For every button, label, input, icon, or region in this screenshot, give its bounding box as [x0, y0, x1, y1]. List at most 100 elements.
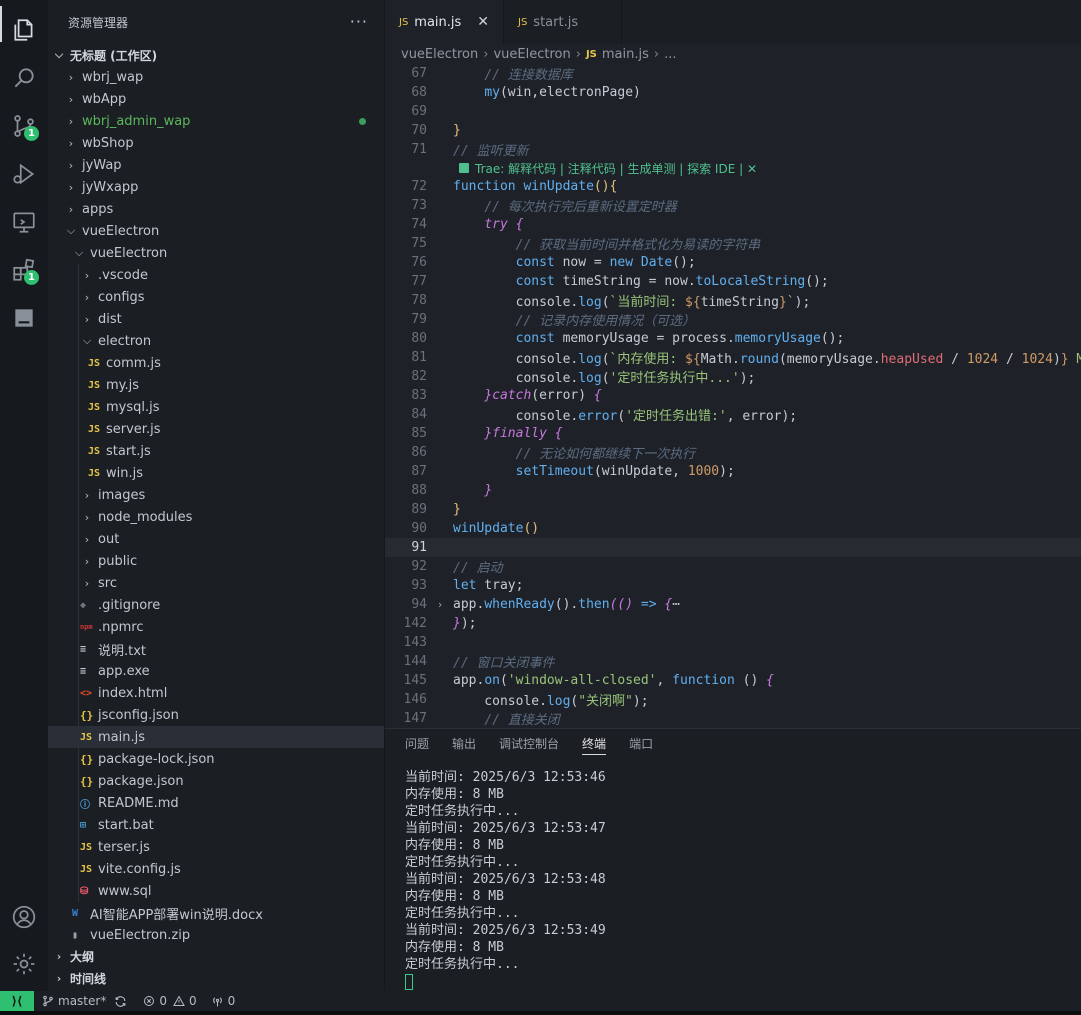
tree-folder[interactable]: › src	[48, 572, 384, 594]
tab-terminal[interactable]: 终端	[582, 729, 607, 757]
codelens[interactable]: Trae: 解释代码 | 注释代码 | 生成单测 | 探索 IDE | ✕	[385, 159, 1081, 177]
settings-icon[interactable]	[0, 940, 48, 988]
workspace-header[interactable]: ⌵ 无标题 (工作区)	[48, 44, 384, 66]
indent-guide	[78, 726, 79, 748]
search-icon[interactable]	[0, 54, 48, 102]
code-text: app.whenReady().then(() => {⋯	[453, 597, 681, 612]
ports-indicator[interactable]: 0	[211, 994, 235, 1008]
sync-button[interactable]	[114, 995, 131, 1008]
timeline-section[interactable]: › 时间线	[48, 967, 385, 989]
tree-file[interactable]: JS win.js	[48, 462, 384, 484]
extensions-icon[interactable]: 1	[0, 246, 48, 294]
codelens-text[interactable]: Trae: 解释代码 | 注释代码 | 生成单测 | 探索 IDE | ✕	[475, 160, 757, 177]
breadcrumb-item[interactable]: ...	[664, 47, 676, 62]
tree-file[interactable]: <> index.html	[48, 682, 384, 704]
tree-file[interactable]: {} package.json	[48, 770, 384, 792]
tab-start-js[interactable]: JS start.js	[504, 0, 622, 44]
branch-indicator[interactable]: master*	[42, 994, 106, 1008]
code-text: }finally {	[484, 426, 563, 441]
indent-guide	[78, 352, 79, 374]
tree-file[interactable]: JS mysql.js	[48, 396, 384, 418]
terminal-output[interactable]: 当前时间: 2025/6/3 12:53:46 内存使用: 8 MB 定时任务执…	[405, 769, 606, 990]
breadcrumb-item[interactable]: vueElectron	[401, 47, 478, 62]
terminal-prompt[interactable]	[405, 973, 606, 990]
tree-file-selected[interactable]: JS main.js	[48, 726, 384, 748]
line-number: 86	[411, 445, 427, 460]
more-actions-button[interactable]: ···	[350, 12, 368, 31]
breadcrumb-item[interactable]: main.js	[602, 47, 649, 62]
close-icon[interactable]: ✕	[477, 14, 489, 30]
explorer-icon[interactable]	[0, 6, 48, 54]
tree-label: jyWxapp	[82, 179, 139, 195]
tree-file[interactable]: W AI智能APP部署win说明.docx	[48, 902, 384, 924]
tab-main-js[interactable]: JS main.js ✕	[385, 0, 504, 44]
tree-folder[interactable]: › node_modules	[48, 506, 384, 528]
tree-folder[interactable]: › jyWap	[48, 154, 384, 176]
tree-file[interactable]: ⛁ www.sql	[48, 880, 384, 902]
code-view[interactable]: 67 // 连接数据库 68 my(win,electronPage) 69 7…	[385, 64, 1081, 728]
tree-file[interactable]: ⓘ README.md	[48, 792, 384, 814]
js-file-icon: JS	[88, 423, 101, 435]
tree-folder[interactable]: › configs	[48, 286, 384, 308]
tree-folder[interactable]: › out	[48, 528, 384, 550]
git-file-icon: ◆	[80, 599, 87, 611]
tree-folder[interactable]: ⌵ vueElectron	[48, 220, 384, 242]
tree-file[interactable]: {} package-lock.json	[48, 748, 384, 770]
account-icon[interactable]	[0, 893, 48, 941]
terminal-line: 内存使用: 8 MB	[405, 838, 504, 853]
tree-folder[interactable]: › public	[48, 550, 384, 572]
line-number: 142	[403, 616, 427, 631]
tree-file[interactable]: JS server.js	[48, 418, 384, 440]
line-number: 143	[403, 635, 427, 650]
tree-file[interactable]: npm .npmrc	[48, 616, 384, 638]
run-debug-icon[interactable]	[0, 150, 48, 198]
fold-chevron-icon[interactable]: ›	[427, 598, 453, 611]
remote-explorer-icon[interactable]	[0, 198, 48, 246]
tree-file[interactable]: ≡ 说明.txt	[48, 638, 384, 660]
terminal-line: 内存使用: 8 MB	[405, 940, 504, 955]
tab-output[interactable]: 输出	[452, 729, 476, 757]
tree-folder[interactable]: › .vscode	[48, 264, 384, 286]
tree-file[interactable]: JS terser.js	[48, 836, 384, 858]
tree-file[interactable]: JS start.js	[48, 440, 384, 462]
info-file-icon: ⓘ	[80, 799, 90, 811]
tree-label: out	[98, 531, 120, 547]
tree-label: .gitignore	[98, 597, 161, 613]
tree-label: apps	[82, 201, 114, 217]
tree-file[interactable]: ≡ app.exe	[48, 660, 384, 682]
tree-folder[interactable]: ⌵ vueElectron	[48, 242, 384, 264]
tab-problems[interactable]: 问题	[405, 729, 429, 757]
tree-folder[interactable]: › wbrj_admin_wap	[48, 110, 384, 132]
line-number: 70	[411, 123, 427, 138]
tree-file[interactable]: JS vite.config.js	[48, 858, 384, 880]
tree-folder[interactable]: › jyWxapp	[48, 176, 384, 198]
tree-file[interactable]: ⊞ start.bat	[48, 814, 384, 836]
remote-indicator[interactable]: ⟩⟨	[0, 991, 34, 1011]
code-text: // 窗口关闭事件	[453, 656, 555, 671]
tab-debug-console[interactable]: 调试控制台	[499, 729, 559, 757]
tree-folder[interactable]: › wbrj_wap	[48, 66, 384, 88]
line-number: 144	[403, 654, 427, 669]
source-control-icon[interactable]: 1	[0, 102, 48, 150]
tree-folder[interactable]: › apps	[48, 198, 384, 220]
branch-name: master*	[58, 994, 107, 1008]
tree-file[interactable]: ◆ .gitignore	[48, 594, 384, 616]
tree-file[interactable]: JS my.js	[48, 374, 384, 396]
tree-folder[interactable]: › images	[48, 484, 384, 506]
tree-folder[interactable]: › dist	[48, 308, 384, 330]
problems-indicator[interactable]: 0 0	[143, 994, 197, 1008]
tree-file[interactable]: ▮ vueElectron.zip	[48, 924, 384, 946]
tree-folder[interactable]: ⌵ electron	[48, 330, 384, 352]
tree-file[interactable]: JS comm.js	[48, 352, 384, 374]
breadcrumb-item[interactable]: vueElectron	[493, 47, 570, 62]
tree-folder[interactable]: › wbShop	[48, 132, 384, 154]
indent-guide	[78, 638, 79, 660]
outline-section[interactable]: › 大纲	[48, 945, 385, 967]
tab-ports[interactable]: 端口	[629, 729, 653, 757]
indent-guide	[78, 858, 79, 880]
tree-file[interactable]: {} jsconfig.json	[48, 704, 384, 726]
panel-icon[interactable]	[0, 294, 48, 342]
tree-folder[interactable]: › wbApp	[48, 88, 384, 110]
line-number: 89	[411, 502, 427, 517]
terminal-line: 内存使用: 8 MB	[405, 787, 504, 802]
